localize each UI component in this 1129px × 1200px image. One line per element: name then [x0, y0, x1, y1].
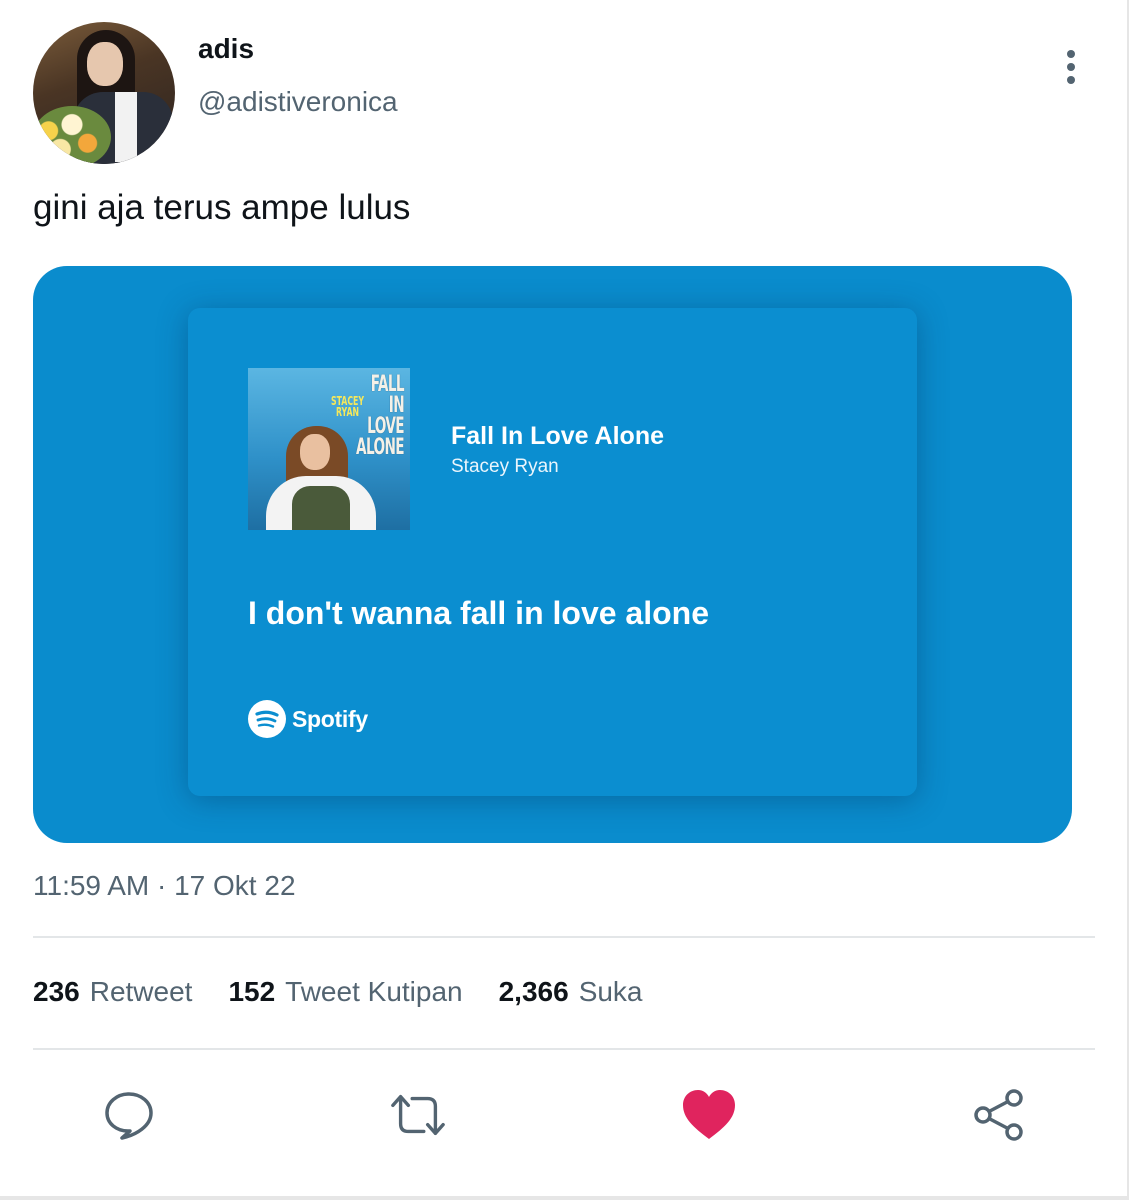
share-button[interactable] [970, 1086, 1028, 1144]
album-art-person-face [300, 434, 330, 470]
spotify-lyric-card: FALL IN LOVE ALONE STACEY RYAN Fall In Love… [188, 308, 917, 796]
reply-button[interactable] [100, 1086, 158, 1144]
quote-count-label: Tweet Kutipan [285, 976, 463, 1007]
like-count-value: 2,366 [498, 976, 569, 1007]
tweet-timestamp[interactable]: 11:59 AM · 17 Okt 22 [33, 870, 296, 902]
retweet-count-value: 236 [33, 976, 80, 1007]
like-count[interactable]: 2,366 Suka [499, 976, 643, 1008]
tweet-text: gini aja terus ampe lulus [33, 188, 411, 227]
retweet-count[interactable]: 236 Retweet [33, 976, 192, 1008]
album-art: FALL IN LOVE ALONE STACEY RYAN [248, 368, 410, 530]
like-count-label: Suka [578, 976, 643, 1007]
more-options-icon[interactable] [1060, 50, 1082, 88]
spotify-wordmark: Spotify [292, 705, 368, 732]
song-title: Fall In Love Alone [451, 422, 664, 450]
album-art-artist: STACEY RYAN [330, 394, 365, 419]
share-icon [974, 1089, 1023, 1141]
retweet-icon [391, 1094, 445, 1136]
retweet-button[interactable] [389, 1086, 447, 1144]
avatar[interactable] [33, 22, 175, 164]
author-handle[interactable]: @adistiveronica [198, 86, 398, 118]
divider [33, 936, 1095, 938]
quote-tweet-count[interactable]: 152 Tweet Kutipan [228, 976, 462, 1008]
avatar-shirt [115, 92, 137, 162]
album-art-person-top [292, 486, 350, 530]
quote-count-value: 152 [228, 976, 276, 1007]
page-edge-bottom [0, 1196, 1129, 1200]
divider [33, 1048, 1095, 1050]
spotify-icon [248, 700, 286, 738]
lyric-line: I don't wanna fall in love alone [248, 595, 709, 631]
song-artist: Stacey Ryan [451, 456, 559, 477]
media-card[interactable]: FALL IN LOVE ALONE STACEY RYAN Fall In Love… [33, 266, 1072, 843]
avatar-face [87, 42, 123, 86]
spotify-logo: Spotify [248, 700, 368, 738]
retweet-count-label: Retweet [89, 976, 193, 1007]
avatar-flowers [33, 106, 111, 164]
author-name[interactable]: adis [198, 33, 254, 65]
reply-icon [105, 1092, 153, 1140]
tweet-stats: 236 Retweet 152 Tweet Kutipan 2,366 Suka [33, 976, 679, 1008]
heart-icon [683, 1090, 735, 1139]
like-button[interactable] [680, 1086, 738, 1144]
